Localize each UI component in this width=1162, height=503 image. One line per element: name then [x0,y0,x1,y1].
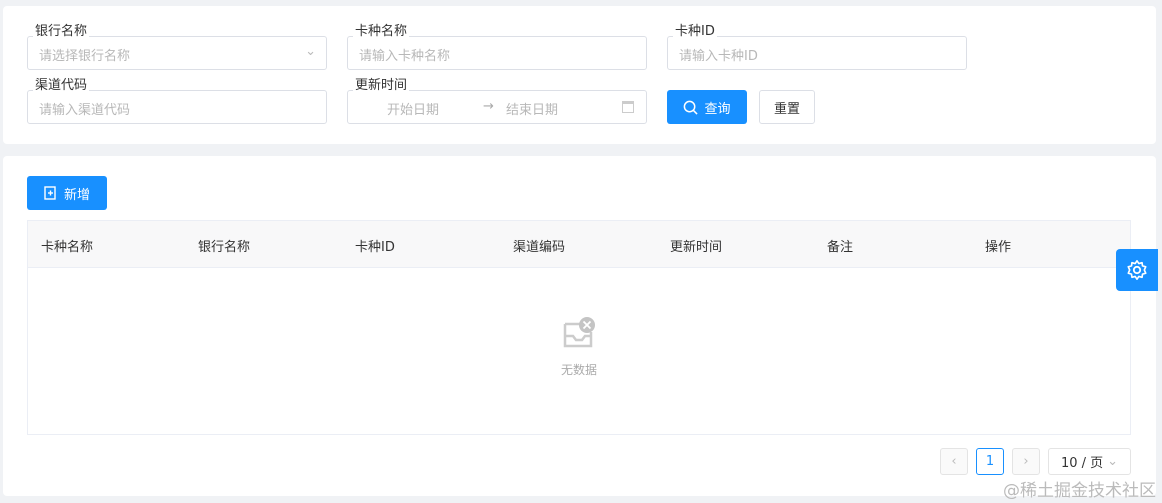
update-time-range-picker[interactable]: 开始日期 → 结束日期 [347,90,647,124]
data-table: 卡种名称 银行名称 卡种ID 渠道编码 更新时间 备注 操作 无数据 [27,220,1131,435]
add-button[interactable]: 新增 [27,176,107,210]
page-size-value: 10 / 页 [1060,456,1104,471]
card-name-input[interactable]: 请输入卡种名称 [347,36,647,70]
chevron-down-icon: ⌄ [305,44,316,59]
card-id-label: 卡种ID [673,24,717,39]
prev-page-button[interactable]: ‹ [940,448,968,475]
placeholder: 请选择银行名称 [39,49,131,64]
empty-state: 无数据 [28,316,1130,378]
column-header: 操作 [985,240,1012,255]
list-panel: 新增 卡种名称 银行名称 卡种ID 渠道编码 更新时间 备注 操作 无数据 ‹ … [3,156,1156,496]
chevron-right-icon: › [1023,454,1029,469]
column-header: 卡种名称 [41,240,94,255]
reset-label: 重置 [773,101,800,117]
placeholder: 请输入卡种ID [679,49,758,64]
start-date-input[interactable]: 开始日期 [387,99,439,118]
card-name-label: 卡种名称 [353,24,410,39]
add-document-icon [44,186,56,200]
bank-name-select[interactable]: 请选择银行名称 ⌄ [27,36,327,70]
search-panel: 请选择银行名称 ⌄ 银行名称 请输入卡种名称 卡种名称 请输入卡种ID 卡种ID… [3,6,1156,144]
column-header: 更新时间 [670,240,723,255]
empty-text: 无数据 [560,363,597,377]
reset-button[interactable]: 重置 [759,90,815,124]
add-label: 新增 [63,187,90,203]
placeholder: 请输入卡种名称 [359,49,451,64]
column-header: 渠道编码 [513,240,566,255]
update-time-label: 更新时间 [353,78,410,93]
arrow-right-icon: → [483,99,494,114]
chevron-left-icon: ‹ [951,454,957,469]
chevron-down-icon: ⌄ [1107,454,1119,469]
column-header: 备注 [827,240,854,255]
channel-code-label: 渠道代码 [33,78,90,93]
gear-icon [1127,260,1147,280]
calendar-icon [622,101,634,113]
placeholder: 请输入渠道代码 [39,103,131,118]
page-1-button[interactable]: 1 [976,448,1004,475]
card-id-input[interactable]: 请输入卡种ID [667,36,967,70]
settings-button[interactable] [1116,249,1158,291]
table-header: 卡种名称 银行名称 卡种ID 渠道编码 更新时间 备注 操作 [28,221,1130,268]
channel-code-input[interactable]: 请输入渠道代码 [27,90,327,124]
bank-name-label: 银行名称 [33,24,90,39]
page-size-select[interactable]: 10 / 页 ⌄ [1048,448,1131,475]
watermark: @稀土掘金技术社区 [1003,481,1156,501]
next-page-button[interactable]: › [1012,448,1040,475]
empty-inbox-icon [563,317,595,348]
query-button[interactable]: 查询 [667,90,747,124]
column-header: 银行名称 [198,240,251,255]
query-label: 查询 [704,101,731,117]
end-date-input[interactable]: 结束日期 [506,99,558,118]
page-number: 1 [985,454,995,469]
column-header: 卡种ID [355,240,395,255]
search-icon [684,100,699,115]
